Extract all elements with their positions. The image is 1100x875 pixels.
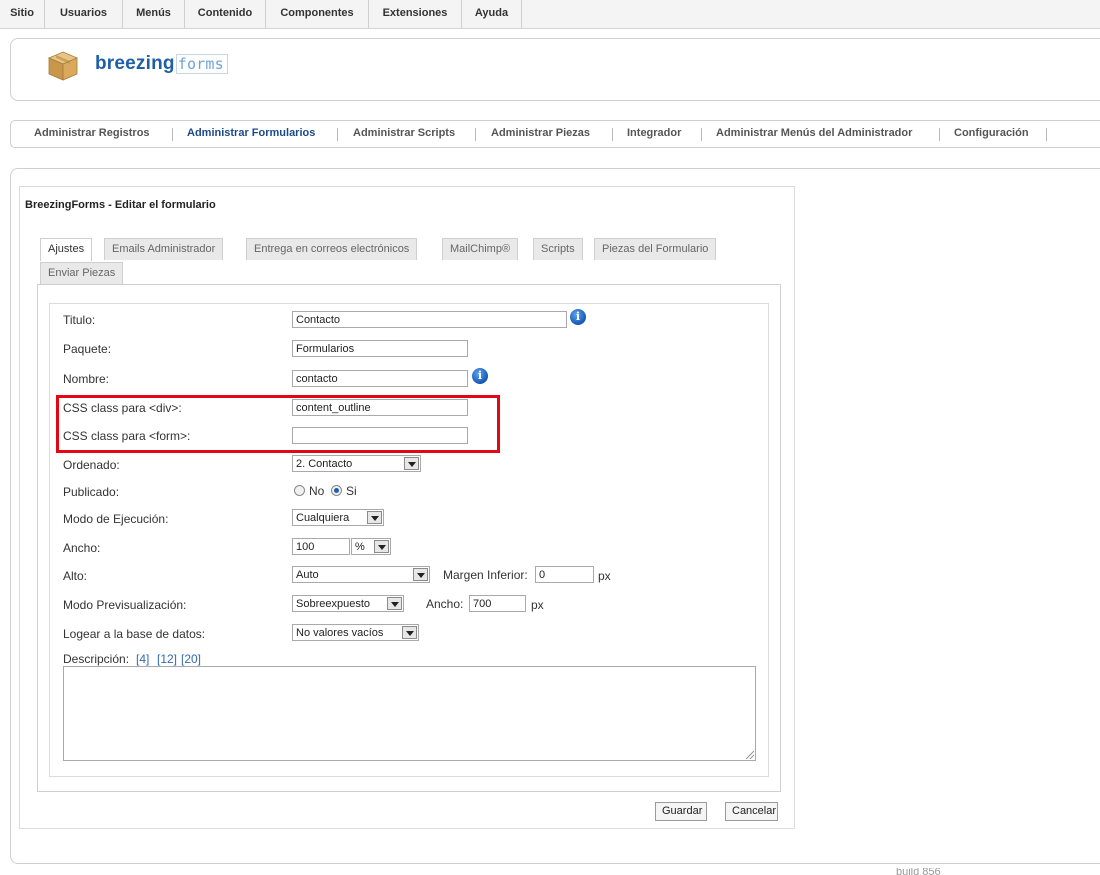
menu-contenido[interactable]: Contenido <box>185 0 266 28</box>
chevron-down-icon <box>404 457 419 470</box>
chevron-down-icon <box>367 511 382 524</box>
nombre-label: Nombre: <box>63 372 110 386</box>
modo-ejecucion-label: Modo de Ejecución: <box>63 512 169 526</box>
ancho-unit-select[interactable]: % <box>351 538 391 555</box>
alto-value: Auto <box>296 569 319 581</box>
modo-ejecucion-value: Cualquiera <box>296 512 350 524</box>
cancel-button[interactable]: Cancelar <box>725 802 778 821</box>
alto-select[interactable]: Auto <box>292 566 430 583</box>
tab-enviar-piezas[interactable]: Enviar Piezas <box>40 262 124 284</box>
titulo-input[interactable]: Contacto <box>292 311 567 328</box>
margen-inferior-unit: px <box>598 569 611 583</box>
component-submenu: Administrar Registros Administrar Formul… <box>10 120 1100 148</box>
info-icon[interactable]: i <box>570 309 586 325</box>
menu-componentes[interactable]: Componentes <box>266 0 369 28</box>
breezingforms-logo: breezing forms <box>95 53 228 75</box>
preview-ancho-input[interactable]: 700 <box>469 595 526 612</box>
tab-entrega-correos[interactable]: Entrega en correos electrónicos <box>246 238 418 260</box>
submenu-separator <box>701 128 702 141</box>
logear-value: No valores vacíos <box>296 627 384 639</box>
margen-inferior-label: Margen Inferior: <box>443 568 528 582</box>
ordenado-value: 2. Contacto <box>296 458 353 470</box>
submenu-administrar-scripts[interactable]: Administrar Scripts <box>353 121 455 147</box>
submenu-administrar-formularios[interactable]: Administrar Formularios <box>187 121 315 147</box>
modo-previsualizacion-value: Sobreexpuesto <box>296 598 370 610</box>
submenu-administrar-registros[interactable]: Administrar Registros <box>34 121 150 147</box>
ordenado-label: Ordenado: <box>63 458 120 472</box>
submenu-integrador[interactable]: Integrador <box>627 121 681 147</box>
chevron-down-icon <box>402 626 417 639</box>
preview-ancho-unit: px <box>531 598 544 612</box>
chevron-down-icon <box>374 540 389 553</box>
descripcion-label: Descripción: <box>63 652 130 666</box>
info-icon[interactable]: i <box>472 368 488 384</box>
submenu-separator <box>612 128 613 141</box>
menu-usuarios[interactable]: Usuarios <box>45 0 123 28</box>
publicado-si-label: Si <box>346 484 357 498</box>
nombre-input[interactable]: contacto <box>292 370 468 387</box>
publicado-si-radio[interactable] <box>331 485 342 496</box>
tab-mailchimp[interactable]: MailChimp® <box>442 238 519 260</box>
chevron-down-icon <box>413 568 428 581</box>
tab-ajustes[interactable]: Ajustes <box>40 238 93 261</box>
highlight-box <box>56 395 500 453</box>
submenu-administrar-menus[interactable]: Administrar Menús del Administrador <box>716 121 912 147</box>
textarea-size-12-link[interactable]: [12] <box>157 652 177 666</box>
submenu-separator <box>172 128 173 141</box>
publicado-no-label: No <box>309 484 325 498</box>
menu-sitio[interactable]: Sitio <box>0 0 45 28</box>
submenu-administrar-piezas[interactable]: Administrar Piezas <box>491 121 590 147</box>
submenu-configuracion[interactable]: Configuración <box>954 121 1029 147</box>
paquete-label: Paquete: <box>63 342 112 356</box>
ancho-label: Ancho: <box>63 541 101 555</box>
page-title: BreezingForms - Editar el formulario <box>25 199 216 211</box>
logear-label: Logear a la base de datos: <box>63 627 206 641</box>
tab-scripts[interactable]: Scripts <box>533 238 583 260</box>
modo-ejecucion-select[interactable]: Cualquiera <box>292 509 384 526</box>
package-box-icon <box>47 49 79 81</box>
tab-piezas-formulario[interactable]: Piezas del Formulario <box>594 238 717 260</box>
preview-ancho-label: Ancho: <box>426 597 464 611</box>
ancho-input[interactable]: 100 <box>292 538 350 555</box>
top-menu-bar: Sitio Usuarios Menús Contenido Component… <box>0 0 1100 29</box>
modo-previsualizacion-label: Modo Previsualización: <box>63 598 187 612</box>
publicado-no-radio[interactable] <box>294 485 305 496</box>
menu-ayuda[interactable]: Ayuda <box>462 0 522 28</box>
submenu-separator <box>337 128 338 141</box>
textarea-size-20-link[interactable]: [20] <box>181 652 201 666</box>
publicado-label: Publicado: <box>63 485 120 499</box>
submenu-separator <box>939 128 940 141</box>
ancho-unit-value: % <box>355 541 365 553</box>
tab-emails-administrador[interactable]: Emails Administrador <box>104 238 224 260</box>
titulo-label: Titulo: <box>63 313 96 327</box>
menu-extensiones[interactable]: Extensiones <box>369 0 462 28</box>
ordenado-select[interactable]: 2. Contacto <box>292 455 421 472</box>
descripcion-textarea[interactable] <box>63 666 756 761</box>
logear-select[interactable]: No valores vacíos <box>292 624 419 641</box>
alto-label: Alto: <box>63 569 88 583</box>
resize-grip-icon[interactable] <box>746 751 754 759</box>
component-header: breezing forms <box>10 38 1100 101</box>
textarea-size-4-link[interactable]: [4] <box>136 652 149 666</box>
submenu-separator <box>475 128 476 141</box>
menu-menus[interactable]: Menús <box>123 0 185 28</box>
version-text: build 856 <box>896 868 941 875</box>
margen-inferior-input[interactable]: 0 <box>535 566 594 583</box>
save-button[interactable]: Guardar <box>655 802 707 821</box>
modo-previsualizacion-select[interactable]: Sobreexpuesto <box>292 595 404 612</box>
paquete-input[interactable]: Formularios <box>292 340 468 357</box>
submenu-separator <box>1046 128 1047 141</box>
chevron-down-icon <box>387 597 402 610</box>
